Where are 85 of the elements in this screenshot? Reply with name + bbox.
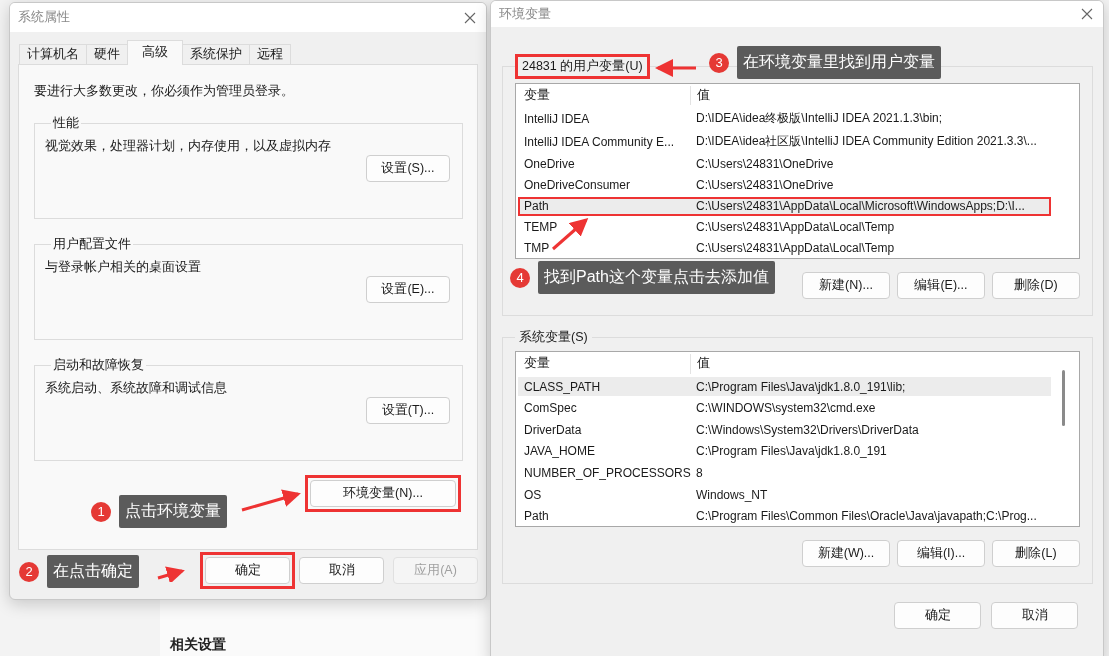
table-row[interactable]: JAVA_HOME C:\Program Files\Java\jdk1.8.0_191: [518, 441, 1051, 462]
column-header[interactable]: 变量: [522, 86, 691, 106]
group-description: 与登录帐户相关的桌面设置: [45, 259, 202, 276]
section-heading: 相关设置: [170, 636, 226, 654]
variable-value: D:\IDEA\idea终极版\IntelliJ IDEA 2021.1.3\bin;: [695, 110, 943, 128]
group-title: 启动和故障恢复: [52, 357, 145, 374]
table-row[interactable]: IntelliJ IDEA Community E... D:\IDEA\idea社区版\IntelliJ IDEA Community Edition 2021.3.3\...: [518, 131, 1051, 153]
callout-text: 找到Path这个变量点击去添加值: [538, 261, 775, 294]
section-title: 24831 的用户变量(U): [515, 54, 650, 79]
column-header[interactable]: 变量: [522, 354, 691, 374]
variable-value: C:\Windows\System32\Drivers\DriverData: [695, 422, 919, 437]
variable-name: TMP: [524, 241, 551, 256]
variable-name: IntelliJ IDEA: [524, 111, 591, 126]
variable-name: Path: [524, 509, 550, 524]
variable-value: C:\WINDOWS\system32\cmd.exe: [695, 401, 876, 416]
group-title: 用户配置文件: [52, 236, 132, 253]
callout-text: 点击环境变量: [119, 495, 227, 528]
variable-name: JAVA_HOME: [524, 444, 596, 459]
table-row[interactable]: DriverData C:\Windows\System32\Drivers\DriverData: [518, 419, 1051, 440]
variable-value: C:\Program Files\Java\jdk1.8.0_191: [695, 444, 887, 459]
variable-name: ComSpec: [524, 401, 578, 416]
ok-button[interactable]: 确定: [205, 557, 290, 584]
ok-button[interactable]: 确定: [894, 602, 981, 629]
arrow-icon: [241, 489, 301, 512]
variable-value: C:\Program Files\Java\jdk1.8.0_191\lib;: [695, 379, 906, 394]
delete-button[interactable]: 删除(L): [992, 540, 1080, 567]
settings-button[interactable]: 设置(S)...: [366, 155, 450, 182]
variable-name: CLASS_PATH: [524, 379, 602, 394]
tab[interactable]: 高级: [127, 40, 183, 65]
window-title: 系统属性: [18, 9, 70, 26]
variable-name: OneDrive: [524, 156, 576, 171]
arrow-icon: [157, 566, 185, 582]
variable-value: C:\Program Files\Common Files\Oracle\Java\javapath;C:\Prog...: [695, 509, 1037, 524]
variable-name: DriverData: [524, 422, 583, 437]
new-button[interactable]: 新建(N)...: [802, 272, 890, 299]
group-title: 性能: [52, 115, 80, 132]
variable-name: TEMP: [524, 220, 559, 235]
table-row[interactable]: ComSpec C:\WINDOWS\system32\cmd.exe: [518, 398, 1051, 418]
variable-value: 8: [695, 465, 703, 480]
cancel-button[interactable]: 取消: [299, 557, 384, 584]
variable-value: C:\Users\24831\AppData\Local\Temp: [695, 220, 895, 235]
window-title: 环境变量: [499, 5, 551, 23]
variable-value: C:\Users\24831\AppData\Local\Microsoft\WindowsApps;D:\I...: [695, 199, 1025, 214]
cancel-button[interactable]: 取消: [991, 602, 1078, 629]
new-button[interactable]: 新建(W)...: [802, 540, 890, 567]
table-row[interactable]: OneDrive C:\Users\24831\OneDrive: [518, 154, 1051, 174]
variable-value: C:\Users\24831\OneDrive: [695, 177, 834, 192]
variable-value: C:\Users\24831\OneDrive: [695, 156, 834, 171]
section-title: 系统变量(S): [518, 329, 589, 346]
admin-note: 要进行大多数更改，你必须作为管理员登录。: [34, 83, 295, 100]
variable-name: OneDriveConsumer: [524, 177, 632, 192]
table-row[interactable]: OneDriveConsumer C:\Users\24831\OneDrive: [518, 175, 1051, 195]
tab[interactable]: 计算机名: [19, 44, 87, 64]
table-row[interactable]: Path C:\Users\24831\AppData\Local\Microsoft\WindowsApps;D:\I...: [518, 196, 1051, 216]
arrow-icon: [655, 59, 696, 77]
settings-button[interactable]: 设置(E)...: [366, 276, 450, 303]
scrollbar-thumb[interactable]: [1062, 370, 1065, 426]
close-icon[interactable]: [1081, 8, 1093, 20]
close-icon[interactable]: [464, 11, 476, 24]
variable-value: C:\Users\24831\AppData\Local\Temp: [695, 241, 895, 256]
table-row[interactable]: NUMBER_OF_PROCESSORS 8: [518, 463, 1051, 483]
table-row[interactable]: TMP C:\Users\24831\AppData\Local\Temp: [518, 238, 1051, 258]
column-header[interactable]: 值: [691, 87, 710, 105]
variable-name: OS: [524, 487, 543, 502]
callout-text: 在环境变量里找到用户变量: [737, 46, 941, 79]
table-row[interactable]: TEMP C:\Users\24831\AppData\Local\Temp: [518, 217, 1051, 237]
table-row[interactable]: Path C:\Program Files\Common Files\Oracle\Java\javapath;C:\Prog...: [518, 506, 1051, 526]
table-row[interactable]: CLASS_PATH C:\Program Files\Java\jdk1.8.0_191\lib;: [518, 376, 1051, 397]
group-description: 视觉效果，处理器计划，内存使用，以及虚拟内存: [45, 138, 332, 155]
variable-value: D:\IDEA\idea社区版\IntelliJ IDEA Community Edition 2021.3.3\...: [695, 133, 1037, 151]
column-header[interactable]: 值: [691, 355, 710, 373]
tab[interactable]: 远程: [249, 44, 291, 64]
variable-value: Windows_NT: [695, 487, 768, 502]
table-row[interactable]: OS Windows_NT: [518, 484, 1051, 505]
variable-name: IntelliJ IDEA Community E...: [524, 134, 676, 149]
edit-button[interactable]: 编辑(E)...: [897, 272, 985, 299]
table-row[interactable]: IntelliJ IDEA D:\IDEA\idea终极版\IntelliJ IDEA 2021.1.3\bin;: [518, 108, 1051, 130]
edit-button[interactable]: 编辑(I)...: [897, 540, 985, 567]
settings-button[interactable]: 设置(T)...: [366, 397, 450, 424]
environment-variables-button[interactable]: 环境变量(N)...: [310, 480, 456, 507]
variable-name: NUMBER_OF_PROCESSORS: [524, 465, 692, 480]
delete-button[interactable]: 删除(D): [992, 272, 1080, 299]
variable-name: Path: [524, 199, 550, 214]
group-description: 系统启动、系统故障和调试信息: [45, 380, 228, 397]
callout-text: 在点击确定: [47, 555, 139, 588]
